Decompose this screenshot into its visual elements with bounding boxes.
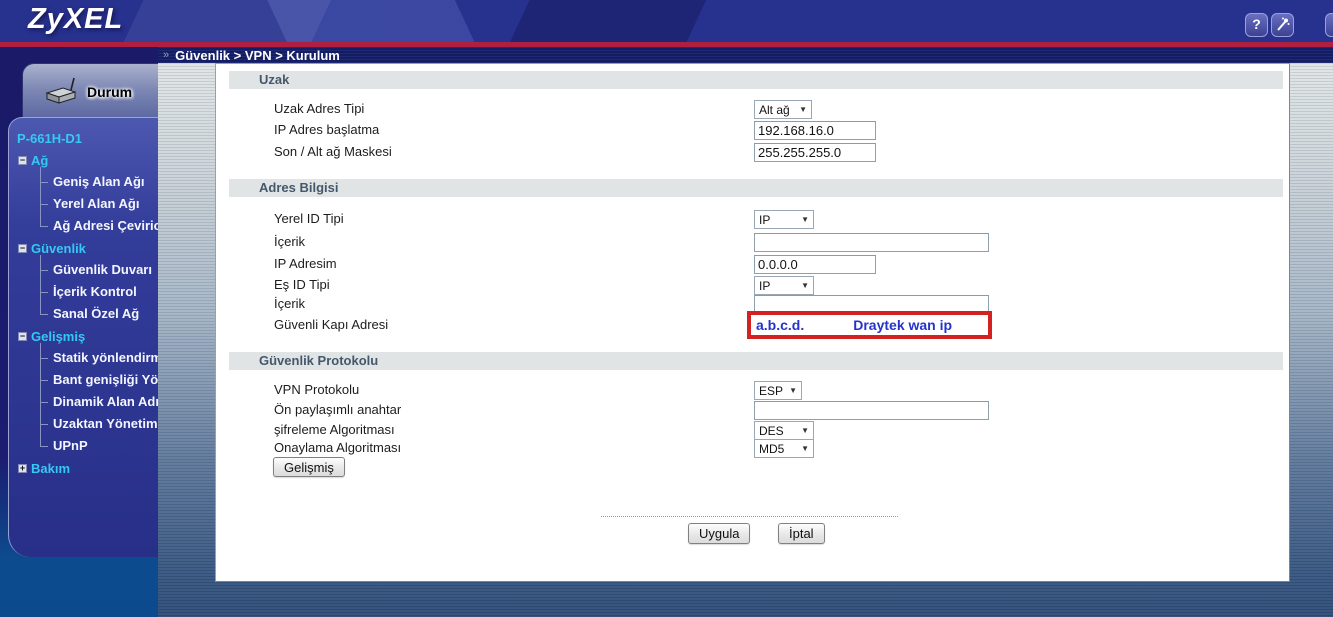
annotation-note: Draytek wan ip (853, 317, 952, 333)
chevron-down-icon: ▼ (801, 444, 809, 453)
cancel-button[interactable]: İptal (778, 523, 825, 544)
breadcrumb-arrow-icon: » (163, 48, 169, 62)
local-id-type-select[interactable]: IP ▼ (754, 210, 814, 229)
remote-address-type-select[interactable]: Alt ağ ▼ (754, 100, 812, 119)
field-label: IP Adres başlatma (274, 121, 379, 139)
chevron-down-icon: ▼ (799, 105, 807, 114)
sidebar-group-label: Gelişmiş (31, 329, 85, 344)
form-panel: Uzak Uzak Adres Tipi Alt ağ ▼ IP Adres b… (215, 63, 1290, 582)
section-header-remote: Uzak (229, 71, 1283, 89)
collapse-icon[interactable]: − (18, 332, 27, 341)
chevron-down-icon: ▼ (801, 215, 809, 224)
select-value: Alt ağ (759, 103, 790, 117)
field-label: Ön paylaşımlı anahtar (274, 401, 401, 419)
sidebar-group-label: Bakım (31, 461, 70, 476)
peer-id-type-select[interactable]: IP ▼ (754, 276, 814, 295)
sidebar-item-icerik-kontrol[interactable]: İçerik Kontrol (40, 281, 158, 303)
select-value: ESP (759, 384, 783, 398)
wand-glyph (1275, 17, 1290, 33)
local-content-input[interactable] (754, 233, 989, 252)
sidebar-item-bant-genisligi[interactable]: Bant genişliği Yönetimi (40, 369, 158, 391)
field-label: VPN Protokolu (274, 381, 359, 399)
field-label: Onaylama Algoritması (274, 439, 401, 457)
exit-icon[interactable]: ➧ (1325, 13, 1333, 37)
ip-start-input[interactable] (754, 121, 876, 140)
field-label: Güvenli Kapı Adresi (274, 316, 388, 334)
select-value: IP (759, 213, 770, 227)
dotted-separator (601, 516, 898, 517)
secure-gateway-highlight: a.b.c.d. Draytek wan ip (747, 311, 992, 339)
subnet-mask-input[interactable] (754, 143, 876, 162)
advanced-button[interactable]: Gelişmiş (273, 457, 345, 477)
chevron-down-icon: ▼ (789, 386, 797, 395)
sidebar-tab-status[interactable]: Durum (22, 63, 158, 121)
select-value: DES (759, 424, 784, 438)
main-area: » Güvenlik > VPN > Kurulum Uzak Uzak Adr… (158, 47, 1333, 617)
field-label: İçerik (274, 233, 305, 251)
field-label: İçerik (274, 295, 305, 313)
sidebar-item-genis-alan-agi[interactable]: Geniş Alan Ağı (40, 171, 158, 193)
field-label: şifreleme Algoritması (274, 421, 395, 439)
breadcrumb-bar: » Güvenlik > VPN > Kurulum (158, 47, 1333, 63)
my-ip-input[interactable] (754, 255, 876, 274)
top-banner: ZyXEL ? ➧ (0, 0, 1333, 42)
field-label: Yerel ID Tipi (274, 210, 344, 228)
collapse-icon[interactable]: − (18, 156, 27, 165)
sidebar-group-bakim[interactable]: + Bakım (9, 457, 158, 479)
zyxel-logo: ZyXEL (28, 3, 123, 36)
sidebar-item-yerel-alan-agi[interactable]: Yerel Alan Ağı (40, 193, 158, 215)
expand-icon[interactable]: + (18, 464, 27, 473)
sidebar-item-guvenlik-duvari[interactable]: Güvenlik Duvarı (40, 259, 158, 281)
sidebar-group-ag[interactable]: − Ağ (9, 149, 158, 171)
chevron-down-icon: ▼ (801, 281, 809, 290)
sidebar-group-label: Ağ (31, 153, 48, 168)
apply-button[interactable]: Uygula (688, 523, 750, 544)
sidebar-item-sanal-ozel-ag[interactable]: Sanal Özel Ağ (40, 303, 158, 325)
select-value: IP (759, 279, 770, 293)
section-header-address-info: Adres Bilgisi (229, 179, 1283, 197)
collapse-icon[interactable]: − (18, 244, 27, 253)
section-header-security-protocol: Güvenlik Protokolu (229, 352, 1283, 370)
sidebar-item-ag-adresi-cevirici[interactable]: Ağ Adresi Çeviricisi (40, 215, 158, 237)
vpn-protocol-select[interactable]: ESP ▼ (754, 381, 802, 400)
sidebar-group-gelismis[interactable]: − Gelişmiş (9, 325, 158, 347)
field-label: Eş ID Tipi (274, 276, 330, 294)
sidebar-group-label: Güvenlik (31, 241, 86, 256)
encryption-algorithm-select[interactable]: DES ▼ (754, 421, 814, 440)
sidebar: Durum P-661H-D1 − Ağ Geniş Alan Ağı Yere… (0, 47, 158, 617)
status-tab-label: Durum (87, 84, 132, 100)
sidebar-group-guvenlik[interactable]: − Güvenlik (9, 237, 158, 259)
sidebar-item-dinamik-alan-adi[interactable]: Dinamik Alan Adı Sunucusu (40, 391, 158, 413)
chevron-down-icon: ▼ (801, 426, 809, 435)
select-value: MD5 (759, 442, 784, 456)
field-label: Uzak Adres Tipi (274, 100, 364, 118)
breadcrumb: Güvenlik > VPN > Kurulum (175, 48, 340, 63)
wizard-icon[interactable] (1271, 13, 1294, 37)
field-label: IP Adresim (274, 255, 337, 273)
authentication-algorithm-select[interactable]: MD5 ▼ (754, 439, 814, 458)
router-icon (43, 76, 81, 108)
sidebar-item-statik-yonlendirme[interactable]: Statik yönlendirme (40, 347, 158, 369)
secure-gateway-input[interactable]: a.b.c.d. (756, 317, 804, 333)
field-label: Son / Alt ağ Maskesi (274, 143, 392, 161)
preshared-key-input[interactable] (754, 401, 989, 420)
navigation-panel: P-661H-D1 − Ağ Geniş Alan Ağı Yerel Alan… (8, 117, 158, 557)
help-icon[interactable]: ? (1245, 13, 1268, 37)
device-name: P-661H-D1 (17, 131, 158, 146)
sidebar-item-uzaktan-yonetim[interactable]: Uzaktan Yönetim (40, 413, 158, 435)
sidebar-item-upnp[interactable]: UPnP (40, 435, 158, 457)
